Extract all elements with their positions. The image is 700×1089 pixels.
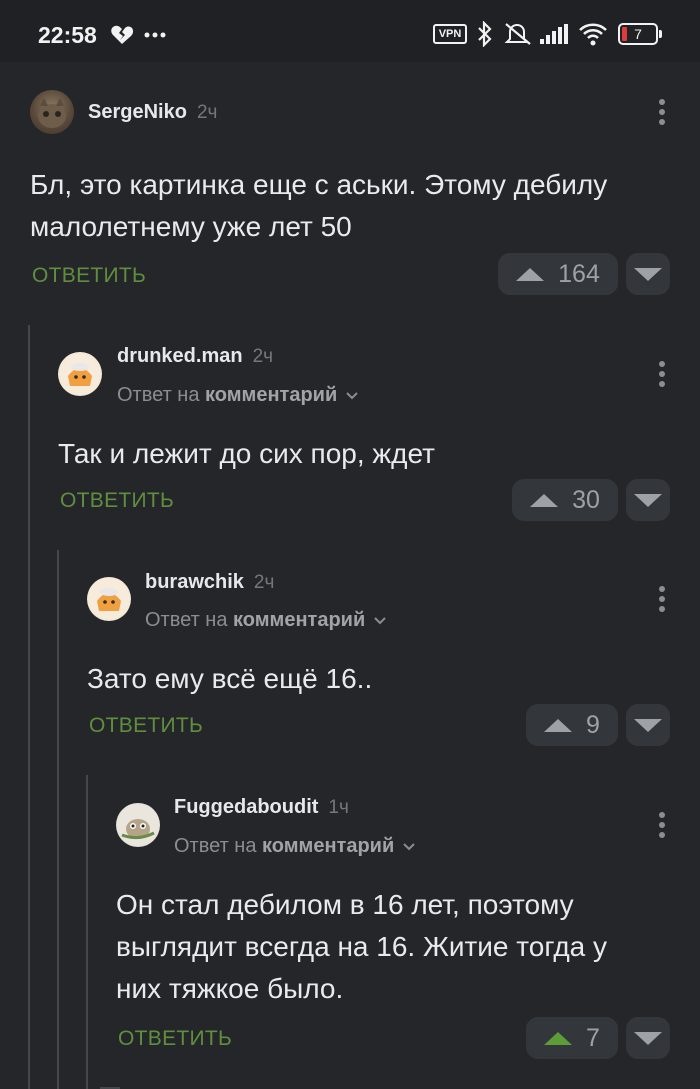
author-name[interactable]: Fuggedaboudit [174,796,318,818]
comment-text: Бл, это картинка еще с аськи. Этому деби… [30,164,680,248]
comment-author[interactable]: drunked.man 2ч [117,345,273,368]
arrow-down-icon [634,1031,662,1045]
battery-icon: 7 [618,23,662,45]
arrow-up-icon [530,493,559,507]
comment-author[interactable]: Fuggedaboudit 1ч [174,796,349,819]
comment-time: 2ч [196,102,218,123]
upvote-button[interactable]: 164 [498,253,618,295]
comment-time: 2ч [252,346,274,367]
avatar[interactable] [58,352,102,396]
battery-level: 7 [634,26,642,42]
upvote-button[interactable]: 7 [526,1017,618,1059]
author-name[interactable]: SergeNiko [88,101,187,123]
chevron-down-icon [403,843,415,851]
arrow-up-icon [516,267,545,281]
comment-text-line: Бл, это картинка еще с аськи. Этому деби… [30,169,608,200]
arrow-down-icon [634,267,662,281]
signal-icon [540,24,568,44]
chevron-down-icon [346,392,358,400]
avatar[interactable] [30,90,74,134]
arrow-up-icon [544,1031,573,1045]
wifi-icon [579,23,607,46]
rating-count: 9 [586,710,600,739]
comment-text: Так и лежит до сих пор, ждет [58,433,678,475]
status-bar: 22:58 VPN 7 [0,0,700,62]
upvote-button[interactable]: 30 [512,479,618,521]
rating-count: 7 [586,1023,600,1052]
avatar[interactable] [116,803,160,847]
reply-button[interactable]: ОТВЕТИТЬ [60,489,174,513]
downvote-button[interactable] [626,1017,670,1059]
comment-text-line: Он стал дебилом в 16 лет, поэтому [116,889,574,920]
heart-broken-icon [111,25,134,44]
downvote-button[interactable] [626,253,670,295]
reply-to-prefix: Ответ на [117,384,200,406]
upvote-button[interactable]: 9 [526,704,618,746]
rating-count: 30 [572,485,600,514]
reply-to-target[interactable]: комментарий [205,384,337,406]
comment-author[interactable]: burawchik 2ч [145,571,274,594]
comment-time: 2ч [253,572,275,593]
author-name[interactable]: burawchik [145,571,244,593]
avatar[interactable] [87,577,131,621]
comment-text-line: Зато ему всё ещё 16.. [87,663,373,694]
reply-button[interactable]: ОТВЕТИТЬ [32,264,146,288]
comment-text-line: малолетнему уже лет 50 [30,211,352,242]
more-options-icon[interactable] [659,812,665,842]
comment-text-line: Так и лежит до сих пор, ждет [58,438,435,469]
reply-to-link[interactable]: Ответ на комментарий [117,384,359,407]
reply-to-link[interactable]: Ответ на комментарий [145,609,387,632]
comment-text: Он стал дебилом в 16 лет, поэтому выгляд… [116,884,686,1010]
comment-time: 1ч [328,797,349,818]
reply-to-prefix: Ответ на [145,609,228,631]
reply-to-link[interactable]: Ответ на комментарий [174,835,416,858]
author-name[interactable]: drunked.man [117,345,243,367]
downvote-button[interactable] [626,704,670,746]
reply-to-target[interactable]: комментарий [233,609,365,631]
rating-count: 164 [558,259,600,288]
comment-text: Зато ему всё ещё 16.. [87,658,677,700]
more-options-icon[interactable] [659,361,665,391]
arrow-down-icon [634,493,662,507]
comment-text-line: выглядит всегда на 16. Житие тогда у [116,931,608,962]
bluetooth-icon [478,21,492,47]
status-time: 22:58 [38,22,97,48]
thread-line-level-3 [86,775,88,1089]
arrow-down-icon [634,718,662,732]
more-icon [144,32,166,38]
arrow-up-icon [544,718,573,732]
more-options-icon[interactable] [659,586,665,616]
vpn-icon: VPN [433,24,467,44]
reply-to-target[interactable]: комментарий [262,835,394,857]
reply-to-prefix: Ответ на [174,835,257,857]
comment-text-line: них тяжкое было. [116,973,344,1004]
mute-icon [504,23,531,45]
thread-line-level-1 [28,325,30,1089]
chevron-down-icon [374,617,386,625]
comment-author[interactable]: SergeNiko 2ч [88,101,217,124]
more-options-icon[interactable] [659,99,665,129]
thread-line-level-2 [57,550,59,1089]
downvote-button[interactable] [626,479,670,521]
reply-button[interactable]: ОТВЕТИТЬ [89,714,203,738]
reply-button[interactable]: ОТВЕТИТЬ [118,1027,232,1051]
